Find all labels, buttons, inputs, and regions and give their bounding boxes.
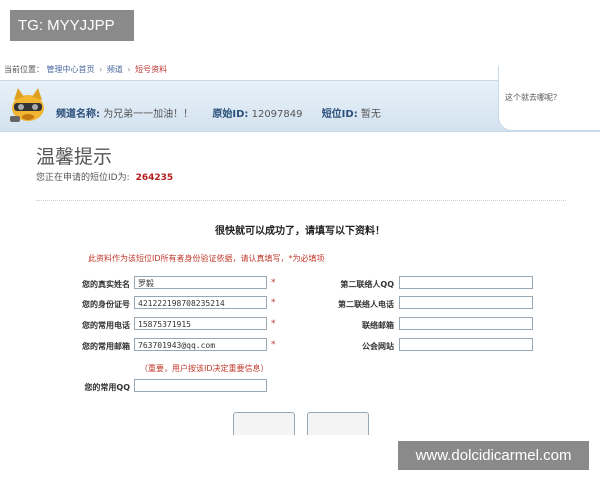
- required-mark: *: [271, 278, 276, 288]
- contact-email-input[interactable]: [399, 317, 533, 330]
- watermark-tag: TG: MYYJJPP: [10, 10, 134, 41]
- id-number-input[interactable]: 421222198708235214: [134, 296, 267, 309]
- form-welcome-heading: 很快就可以成功了，请填写以下资料！: [215, 226, 385, 237]
- required-mark: *: [271, 319, 276, 329]
- qq-input[interactable]: [134, 379, 267, 392]
- breadcrumb-prefix: 当前位置：: [4, 65, 44, 74]
- tip-line-text: 您正在申请的短位ID为:: [36, 173, 130, 183]
- breadcrumb: 当前位置： 管理中心首页 › 频道 › 短号资料: [4, 64, 167, 75]
- breadcrumb-item-channel[interactable]: 频道: [107, 65, 123, 74]
- guild-site-label: 公会网站: [362, 342, 394, 351]
- contact2-qq-label: 第二联络人QQ: [340, 280, 394, 289]
- required-mark: *: [271, 340, 276, 350]
- breadcrumb-item-home[interactable]: 管理中心首页: [47, 65, 95, 74]
- contact2-qq-input[interactable]: [399, 276, 533, 289]
- breadcrumb-separator: ›: [127, 65, 131, 74]
- divider: [36, 200, 566, 201]
- contact2-phone-input[interactable]: [399, 296, 533, 309]
- qq-panel-link[interactable]: 这个就去哪呢？: [505, 92, 561, 103]
- contact-email-label: 联络邮箱: [362, 321, 394, 330]
- short-id-label: 短位ID:: [321, 109, 358, 120]
- tip-title: 温馨提示: [36, 146, 113, 168]
- required-mark: *: [271, 298, 276, 308]
- channel-name-label: 频道名称:: [56, 109, 100, 120]
- breadcrumb-item-current: 短号资料: [135, 65, 168, 74]
- real-name-input[interactable]: 罗毅: [134, 276, 267, 289]
- phone-input[interactable]: 15875371915: [134, 317, 267, 330]
- requested-short-id: 264235: [135, 173, 174, 183]
- tip-line: 您正在申请的短位ID为: 264235: [36, 170, 173, 183]
- channel-info: 频道名称: 为兄弟一一加油！！ 原始ID: 12097849 短位ID: 暂无: [56, 105, 397, 120]
- reset-button[interactable]: [307, 412, 369, 435]
- phone-label: 您的常用电话: [82, 321, 130, 330]
- real-name-label: 您的真实姓名: [82, 280, 130, 289]
- important-note: （重要，用户按该ID决定重要信息）: [140, 364, 269, 373]
- guild-site-input[interactable]: [399, 338, 533, 351]
- submit-button[interactable]: [233, 412, 295, 435]
- email-label: 您的常用邮箱: [82, 342, 130, 351]
- qq-label: 您的常用QQ: [84, 383, 130, 392]
- original-id-value: 12097849: [251, 109, 303, 120]
- watermark-url: www.dolcidicarmel.com: [398, 441, 589, 470]
- contact2-phone-label: 第二联络人电话: [338, 300, 394, 309]
- email-input[interactable]: 763701943@qq.com: [134, 338, 267, 351]
- id-number-label: 您的身份证号: [82, 300, 130, 309]
- mascot-icon: [10, 88, 44, 122]
- short-id-value: 暂无: [360, 109, 381, 120]
- form-notice: 此资料作为该短位ID所有者身份验证依据，请认真填写，*为必填项: [88, 254, 325, 263]
- channel-name-value: 为兄弟一一加油！！: [103, 109, 194, 120]
- original-id-label: 原始ID:: [212, 109, 249, 120]
- breadcrumb-separator: ›: [99, 65, 103, 74]
